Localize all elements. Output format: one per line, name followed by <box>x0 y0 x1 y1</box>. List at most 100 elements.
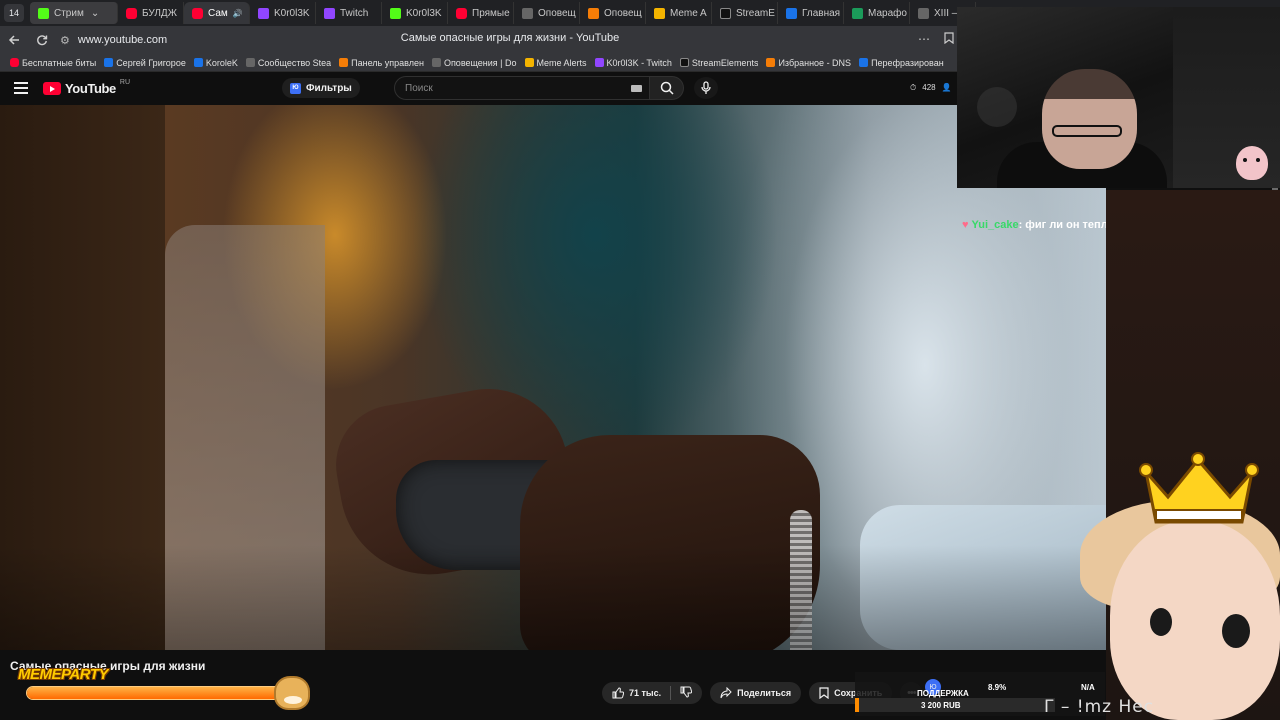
menu-icon[interactable] <box>14 82 28 94</box>
browser-tab[interactable]: Оповещ <box>580 2 646 24</box>
search-button[interactable] <box>650 76 684 100</box>
back-button[interactable] <box>0 26 28 54</box>
bookmark-item[interactable]: KoroleK <box>193 57 238 68</box>
browser-tab-label: Meme A <box>670 7 707 19</box>
support-amount: 3 200 RUB <box>921 701 961 710</box>
bookmark-item[interactable]: Сообщество Stea <box>245 58 331 68</box>
browser-tab[interactable]: Сам🔊✕ <box>184 2 250 24</box>
video-shade <box>0 545 1106 650</box>
search-icon <box>660 81 674 95</box>
browser-tab-label: StreamE <box>736 7 775 19</box>
site-info-icon[interactable]: ⚙ <box>60 34 70 47</box>
browser-tab[interactable]: Стрим ⌄ <box>30 2 118 24</box>
browser-tab[interactable]: Прямые <box>448 2 514 24</box>
browser-tab[interactable]: Meme A <box>646 2 712 24</box>
bookmark-item[interactable]: StreamElements <box>679 57 759 68</box>
meme-party-progress <box>26 686 282 700</box>
bookmark-item[interactable]: Избранное - DNS <box>766 58 851 68</box>
bookmark-item[interactable]: Meme Alerts <box>524 58 587 68</box>
yt-favicon-icon <box>192 7 203 19</box>
meme-party-logo: MEMEPARTY <box>18 666 108 683</box>
clock-icon: ⏱ <box>910 83 917 92</box>
browser-tab[interactable]: Оповещ <box>514 2 580 24</box>
save-icon <box>819 687 829 699</box>
youtube-logo[interactable]: YouTube RU <box>43 79 130 96</box>
reload-icon <box>37 35 48 46</box>
yt-favicon-icon <box>456 7 467 19</box>
bookmark-item[interactable]: Оповещения | Do <box>431 57 517 68</box>
bookmark-item[interactable]: Перефразирован <box>859 58 944 68</box>
thumbs-up-icon <box>612 687 624 699</box>
crown-icon <box>1139 452 1259 524</box>
meme-party-widget: MEMEPARTY <box>12 664 312 714</box>
browser-tab[interactable]: Марафо <box>844 2 910 24</box>
streamer-head <box>1042 69 1137 169</box>
tab-group-chevron-icon[interactable]: ⌄ <box>91 8 99 19</box>
browser-tab[interactable]: БУЛДЖ <box>118 2 184 24</box>
da-favicon-icon <box>766 58 776 67</box>
bookmark-item[interactable]: K0r0l3K - Twitch <box>594 58 672 68</box>
support-label: ПОДДЕРЖКА <box>917 689 969 698</box>
menu-dots-icon[interactable]: ⋯ <box>918 32 930 47</box>
video-player[interactable] <box>0 105 1106 650</box>
tw-favicon-icon <box>594 58 604 67</box>
green-favicon-icon <box>852 7 863 19</box>
user-icon: 👤 <box>941 83 952 92</box>
yt-favicon-icon <box>126 7 137 19</box>
bookmark-label: Избранное - DNS <box>778 57 852 68</box>
blue-favicon-icon <box>193 58 203 67</box>
bookmark-label: Оповещения | Do <box>443 57 517 68</box>
browser-tab-label: Twitch <box>340 7 369 19</box>
gray-favicon-icon <box>522 7 533 19</box>
chat-username: Yui_cake <box>971 219 1019 231</box>
like-divider <box>670 686 672 700</box>
support-percent: 8.9% <box>988 683 1007 692</box>
blue-favicon-icon <box>786 7 797 19</box>
gray-favicon-icon <box>245 58 255 67</box>
like-button[interactable]: 71 тыс. <box>612 687 661 699</box>
dislike-button[interactable] <box>680 686 693 700</box>
share-button[interactable]: Поделиться <box>710 682 802 704</box>
meme-party-progress-fill <box>27 687 276 699</box>
browser-tab-label: Сам <box>208 7 228 19</box>
bookmark-label: Перефразирован <box>871 57 944 68</box>
browser-tab[interactable]: Главная <box>778 2 844 24</box>
bookmark-item[interactable]: Сергей Григорое <box>104 58 186 68</box>
bookmark-item[interactable]: Панель управлен <box>339 58 424 68</box>
youtube-play-icon <box>43 82 61 95</box>
chat-separator: : <box>1018 219 1023 231</box>
bookmark-label: KoroleK <box>205 57 238 68</box>
browser-tab[interactable]: K0r0l3K <box>382 2 448 24</box>
tab-counter-button[interactable]: 14 <box>4 4 24 22</box>
tab-list: Стрим⌄БУЛДЖСам🔊✕K0r0l3KTwitchK0r0l3KПрям… <box>30 2 976 24</box>
search-input[interactable]: Поиск <box>394 76 650 100</box>
se-favicon-icon <box>679 58 689 67</box>
arrow-left-icon <box>8 35 19 45</box>
browser-tab-label: Прямые <box>472 7 510 19</box>
reload-button[interactable] <box>28 26 56 54</box>
filters-button[interactable]: Ю Фильтры <box>282 78 360 98</box>
blue-favicon-icon <box>104 58 114 67</box>
browser-tab[interactable]: K0r0l3K <box>250 2 316 24</box>
audio-playing-icon[interactable]: 🔊 <box>233 9 243 18</box>
yt-favicon-icon <box>10 58 19 67</box>
bookmark-label: Бесплатные биты <box>22 57 97 68</box>
browser-tab[interactable]: Twitch <box>316 2 382 24</box>
browser-tab[interactable]: StreamE <box>712 2 778 24</box>
support-progress-fill <box>855 698 859 712</box>
bookmark-label: StreamElements <box>691 57 759 68</box>
streamer-webcam <box>957 7 1173 188</box>
browser-tab-label: Марафо <box>868 7 907 19</box>
streamer-glasses <box>1052 125 1122 137</box>
avatar-face <box>1110 520 1280 720</box>
filter-extension-icon: Ю <box>290 82 301 94</box>
browser-tab-label: БУЛДЖ <box>142 7 177 19</box>
browser-tab-label: Оповещ <box>538 7 576 19</box>
bookmark-icon[interactable] <box>944 32 954 47</box>
tw-favicon-icon <box>258 7 269 19</box>
voice-search-button[interactable] <box>694 77 718 99</box>
keyboard-icon[interactable] <box>631 85 642 92</box>
webcam-lamp <box>977 87 1017 127</box>
bookmark-item[interactable]: Бесплатные биты <box>10 58 96 68</box>
url-text: www.youtube.com <box>77 34 168 46</box>
